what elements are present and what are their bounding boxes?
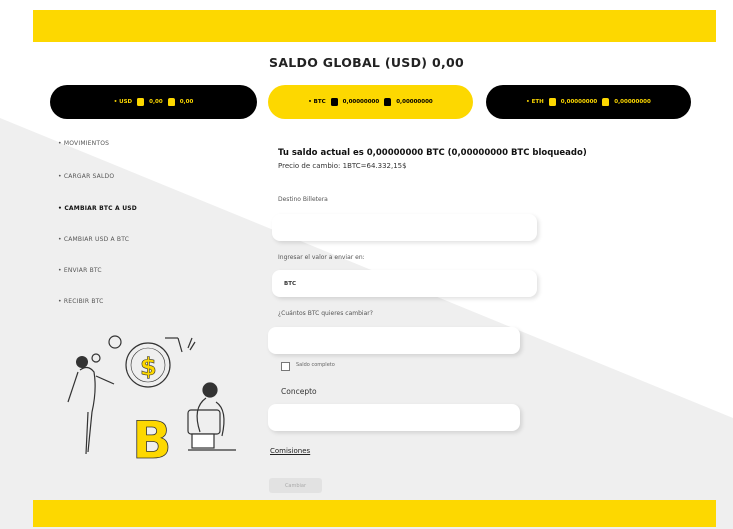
wallet-amount: 0,00 <box>149 99 163 105</box>
balance-text: Tu saldo actual es 0,00000000 BTC (0,000… <box>278 148 587 158</box>
sidebar-item-cambiar-usd-btc[interactable]: • CAMBIAR USD A BTC <box>58 236 129 243</box>
saldo-completo-label: Saldo completo <box>296 362 335 368</box>
wallet-icon <box>548 98 556 106</box>
concepto-field[interactable] <box>268 404 520 431</box>
ingresar-label: Ingresar el valor a enviar en: <box>278 254 365 261</box>
top-yellow-bar <box>33 10 716 42</box>
wallet-icon <box>330 98 338 106</box>
sidebar-item-movimientos[interactable]: • MOVIMIENTOS <box>58 140 109 147</box>
wallet-label: • ETH <box>526 99 544 105</box>
page-title: SALDO GLOBAL (USD) 0,00 <box>269 55 464 70</box>
wallet-label: • USD <box>113 99 133 105</box>
comisiones-link[interactable]: Comisiones <box>270 447 310 455</box>
cuantos-label: ¿Cuántos BTC quieres cambiar? <box>278 310 373 317</box>
wallet-amount: 0,00000000 <box>560 99 598 105</box>
amount-field[interactable] <box>268 327 520 354</box>
saldo-completo-checkbox[interactable] <box>281 362 290 371</box>
wallet-tab-usd[interactable]: • USD 0,00 0,00 <box>50 85 257 119</box>
wallet-label: • BTC <box>308 99 326 105</box>
sidebar-item-cambiar-btc-usd[interactable]: • CAMBIAR BTC A USD <box>58 205 137 212</box>
lock-icon <box>384 98 392 106</box>
sidebar-item-enviar-btc[interactable]: • ENVIAR BTC <box>58 267 102 274</box>
wallet-locked: 0,00000000 <box>614 99 651 105</box>
sidebar-item-cargar-saldo[interactable]: • CARGAR SALDO <box>58 173 114 180</box>
wallet-amount: 0,00000000 <box>342 99 380 105</box>
exchange-rate: Precio de cambio: 1BTC=64.332,15$ <box>278 162 407 170</box>
destino-field[interactable] <box>272 214 537 241</box>
wallet-tab-eth[interactable]: • ETH 0,00000000 0,00000000 <box>486 85 691 119</box>
wallet-locked: 0,00 <box>179 99 194 105</box>
wallet-tab-btc[interactable]: • BTC 0,00000000 0,00000000 <box>268 85 473 119</box>
lock-icon <box>167 98 175 106</box>
svg-text:$: $ <box>140 353 157 381</box>
svg-text:B: B <box>132 411 172 470</box>
destino-label: Destino Billetera <box>278 196 328 203</box>
bottom-yellow-bar <box>33 500 716 527</box>
wallet-icon <box>137 98 145 106</box>
sidebar-item-recibir-btc[interactable]: • RECIBIR BTC <box>58 298 104 305</box>
wallet-locked: 0,00000000 <box>396 99 433 105</box>
lock-icon <box>602 98 610 106</box>
currency-select[interactable]: BTC <box>272 270 537 297</box>
submit-button[interactable]: Cambiar <box>269 478 322 493</box>
concepto-label: Concepto <box>281 387 317 396</box>
bitcoin-illustration: $ B <box>67 335 236 470</box>
